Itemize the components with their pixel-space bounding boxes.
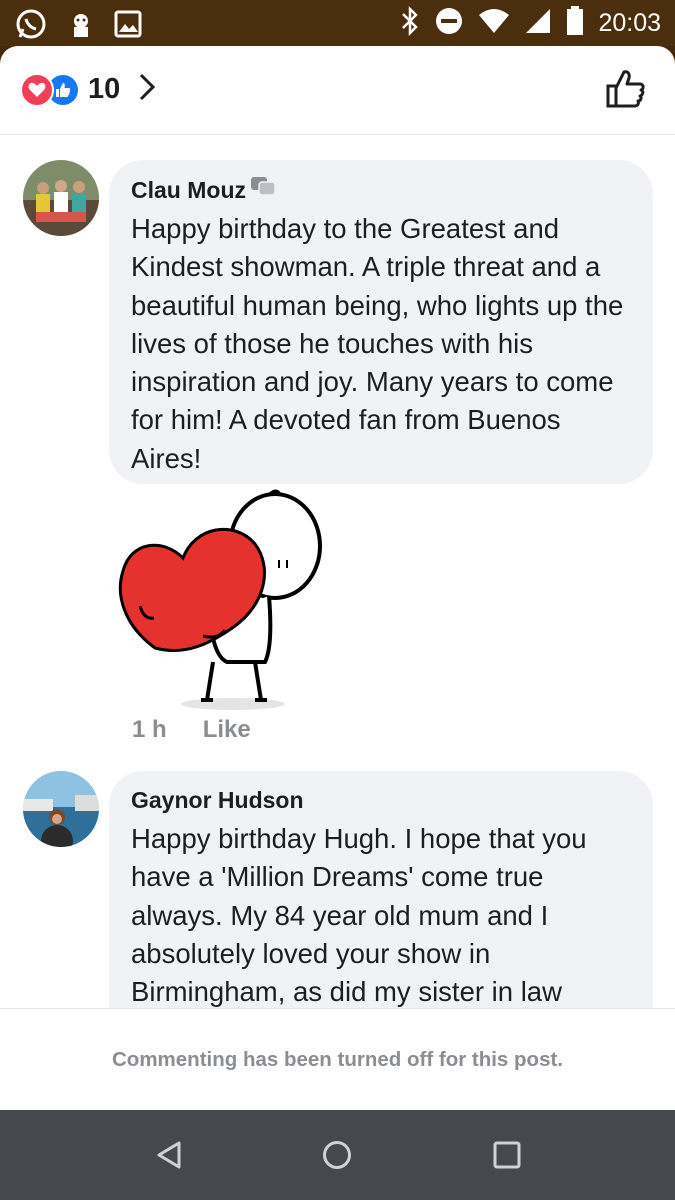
home-icon[interactable] [322, 1140, 352, 1175]
bluetooth-icon [400, 5, 420, 41]
translate-icon [250, 176, 276, 204]
gallery-icon [114, 10, 142, 43]
whatsapp-icon [14, 7, 48, 46]
avatar-clau-mouz[interactable] [23, 160, 99, 236]
comment-text: Happy birthday to the Greatest and Kinde… [131, 213, 624, 474]
navigation-bar [0, 1110, 675, 1200]
comment-author[interactable]: Gaynor Hudson [131, 787, 304, 814]
avatar-gaynor-hudson[interactable] [23, 771, 99, 847]
recents-icon[interactable] [493, 1141, 521, 1174]
status-bar: 20:03 [0, 0, 675, 46]
comment-timestamp: 1 h [132, 716, 167, 743]
comment-text: Happy birthday Hugh. I hope that you hav… [131, 823, 587, 1008]
reactions-summary[interactable]: 10 [20, 72, 156, 107]
wifi-icon [478, 7, 510, 40]
comments-disabled-footer: Commenting has been turned off for this … [0, 1008, 675, 1110]
like-comment-button[interactable]: Like [203, 716, 251, 744]
clock: 20:03 [598, 9, 661, 37]
commenting-off-notice: Commenting has been turned off for this … [112, 1048, 563, 1071]
back-icon[interactable] [155, 1140, 183, 1175]
signal-icon [524, 7, 552, 40]
reaction-count: 10 [88, 73, 121, 105]
comment-bubble: Clau Mouz Happy birthday to the Greatest… [109, 160, 653, 484]
comment-author[interactable]: Clau Mouz [131, 177, 246, 204]
sticker-icon [66, 9, 96, 44]
love-icon [20, 72, 54, 107]
comment-meta: 1 h Like [132, 716, 251, 744]
reaction-bar: 10 [0, 46, 675, 135]
like-post-button[interactable] [605, 68, 647, 115]
thumbs-up-icon [606, 70, 645, 108]
battery-icon [566, 6, 584, 41]
chevron-right-icon[interactable] [138, 72, 156, 107]
heart-hug-sticker[interactable] [115, 486, 325, 716]
do-not-disturb-icon [434, 6, 464, 41]
comments-sheet: 10 Clau Mouz Happy birthday to the Great… [0, 46, 675, 1110]
